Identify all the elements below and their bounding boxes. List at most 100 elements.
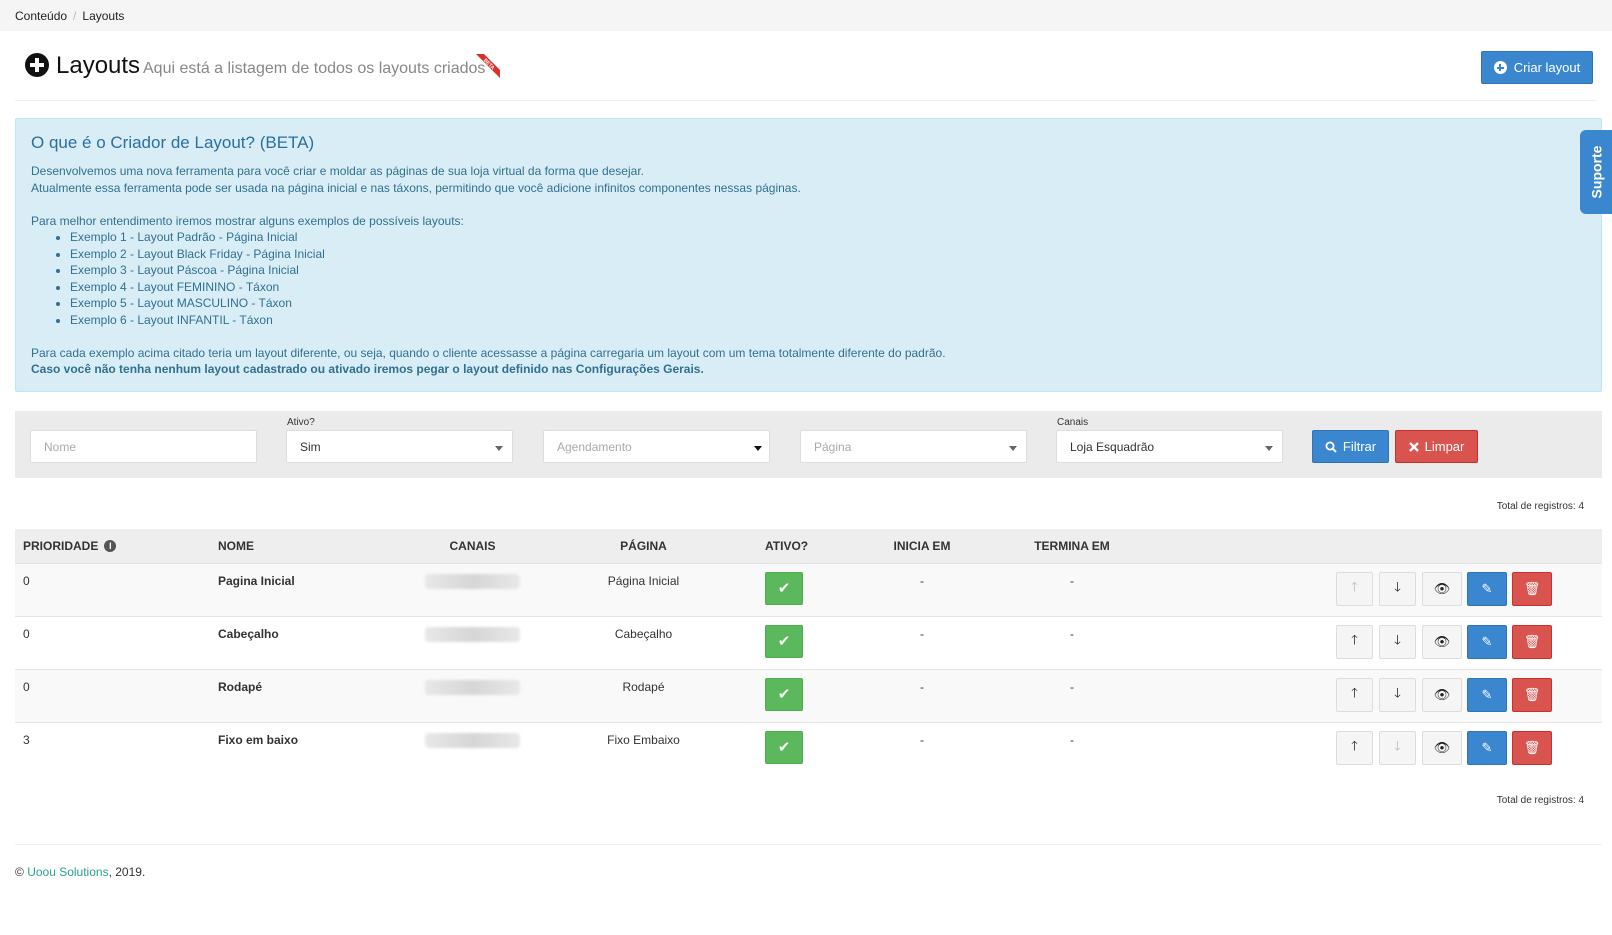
clear-button[interactable]: Limpar — [1395, 430, 1478, 463]
footer-divider — [15, 844, 1602, 845]
header-priority[interactable]: Prioridade i — [15, 529, 210, 563]
eye-icon: 👁 — [1433, 580, 1451, 596]
table-header-row: Prioridade i Nome Canais Página Ativo? In… — [15, 529, 1602, 563]
cell-name: Cabeçalho — [210, 615, 415, 669]
list-item: Exemplo 4 - Layout FEMININO - Táxon — [70, 279, 1586, 296]
filter-button[interactable]: Filtrar — [1312, 430, 1389, 463]
arrow-down-icon: 🡓 — [1394, 631, 1401, 647]
cell-actions: 🡑 🡓 👁 ✎ 🗑 — [1147, 668, 1602, 722]
trash-icon: 🗑 — [1523, 633, 1541, 649]
blurred-channels — [425, 626, 520, 642]
cell-actions: 🡑 🡓 👁 ✎ 🗑 — [1147, 562, 1602, 616]
cell-priority: 0 — [15, 615, 210, 669]
move-up-button[interactable]: 🡑 — [1336, 624, 1373, 659]
cell-page: Página Inicial — [530, 562, 757, 616]
page-filter-select[interactable]: Página — [800, 430, 1027, 463]
close-icon — [1408, 441, 1419, 452]
breadcrumb-separator: / — [73, 9, 77, 23]
view-button[interactable]: 👁 — [1422, 677, 1462, 712]
schedule-filter-select[interactable]: Agendamento — [543, 430, 770, 463]
company-link[interactable]: Uoou Solutions — [27, 865, 108, 879]
edit-button[interactable]: ✎ — [1467, 624, 1507, 659]
header-ends[interactable]: Termina em — [997, 529, 1147, 563]
eye-icon: 👁 — [1433, 686, 1451, 702]
arrow-up-icon: 🡑 — [1351, 737, 1358, 753]
channels-filter-label: Canais — [1057, 417, 1089, 428]
header-starts[interactable]: Inicia em — [847, 529, 997, 563]
cell-actions: 🡑 🡓 👁 ✎ 🗑 — [1147, 721, 1602, 775]
schedule-filter-placeholder: Agendamento — [557, 439, 632, 454]
filter-button-label: Filtrar — [1342, 439, 1377, 454]
cell-channels — [415, 615, 530, 669]
info-line: Desenvolvemos uma nova ferramenta para v… — [31, 164, 644, 178]
cell-page: Cabeçalho — [530, 615, 757, 669]
delete-button[interactable]: 🗑 — [1512, 677, 1552, 712]
cell-channels — [415, 721, 530, 775]
info-line: Atualmente essa ferramenta pode ser usad… — [31, 180, 801, 195]
support-tab[interactable]: Suporte — [1580, 130, 1612, 214]
active-check-button[interactable]: ✔ — [765, 730, 803, 764]
pencil-icon: ✎ — [1481, 739, 1493, 755]
page-subtitle: Aqui está a listagem de todos os layouts… — [143, 60, 486, 77]
info-examples-intro: Para melhor entendimento iremos mostrar … — [31, 213, 464, 228]
total-records-bottom: Total de registros: 4 — [1496, 795, 1584, 806]
active-check-button[interactable]: ✔ — [765, 571, 803, 605]
edit-button[interactable]: ✎ — [1467, 571, 1507, 606]
channels-filter-select[interactable]: Loja Esquadrão — [1056, 430, 1283, 463]
name-filter-input[interactable]: Nome — [30, 430, 257, 463]
header-name[interactable]: Nome — [210, 529, 415, 563]
active-filter-select[interactable]: Sim — [286, 430, 513, 463]
active-filter-label: Ativo? — [287, 417, 315, 428]
move-up-button[interactable]: 🡑 — [1336, 677, 1373, 712]
page-header: Layouts Aqui está a listagem de todos os… — [15, 31, 1597, 101]
move-down-button[interactable]: 🡓 — [1379, 571, 1416, 606]
arrow-up-icon: 🡑 — [1351, 684, 1358, 700]
header-channels: Canais — [415, 529, 530, 563]
cell-page: Fixo Embaixo — [530, 721, 757, 775]
cell-actions: 🡑 🡓 👁 ✎ 🗑 — [1147, 615, 1602, 669]
breadcrumb: Conteúdo / Layouts — [0, 0, 1612, 31]
cell-page: Rodapé — [530, 668, 757, 722]
info-title: O que é o Criador de Layout? (BETA) — [31, 133, 315, 152]
move-up-button[interactable]: 🡑 — [1336, 571, 1373, 606]
create-layout-button[interactable]: Criar layout — [1481, 51, 1593, 84]
eye-icon: 👁 — [1433, 739, 1451, 755]
info-icon[interactable]: i — [104, 539, 117, 552]
create-layout-label: Criar layout — [1513, 60, 1581, 75]
move-up-button[interactable]: 🡑 — [1336, 730, 1373, 765]
pencil-icon: ✎ — [1481, 580, 1493, 596]
delete-button[interactable]: 🗑 — [1512, 624, 1552, 659]
active-check-button[interactable]: ✔ — [765, 677, 803, 711]
move-down-button[interactable]: 🡓 — [1379, 677, 1416, 712]
cell-channels — [415, 668, 530, 722]
breadcrumb-item-conteudo[interactable]: Conteúdo — [15, 9, 67, 23]
delete-button[interactable]: 🗑 — [1512, 730, 1552, 765]
blurred-channels — [425, 679, 520, 695]
edit-button[interactable]: ✎ — [1467, 677, 1507, 712]
cell-starts: - — [847, 562, 997, 616]
plus-circle-icon — [1493, 61, 1507, 74]
search-icon — [1325, 441, 1337, 453]
view-button[interactable]: 👁 — [1422, 730, 1462, 765]
edit-button[interactable]: ✎ — [1467, 730, 1507, 765]
active-check-button[interactable]: ✔ — [765, 624, 803, 658]
chevron-down-icon — [495, 446, 503, 451]
chevron-down-icon — [1265, 446, 1273, 451]
cell-starts: - — [847, 615, 997, 669]
delete-button[interactable]: 🗑 — [1512, 571, 1552, 606]
header-page[interactable]: Página — [530, 529, 757, 563]
breadcrumb-item-layouts: Layouts — [82, 9, 125, 23]
arrow-down-icon: 🡓 — [1394, 578, 1401, 594]
arrow-down-icon: 🡓 — [1394, 737, 1401, 753]
page-title: Layouts — [56, 52, 141, 79]
table-row: 3 Fixo em baixo Fixo Embaixo ✔ - - 🡑 🡓 👁… — [15, 721, 1602, 775]
cell-ends: - — [997, 668, 1147, 722]
blurred-channels — [425, 573, 520, 589]
cell-ends: - — [997, 721, 1147, 775]
arrow-up-icon: 🡑 — [1351, 631, 1358, 647]
view-button[interactable]: 👁 — [1422, 571, 1462, 606]
move-down-button[interactable]: 🡓 — [1379, 730, 1416, 765]
view-button[interactable]: 👁 — [1422, 624, 1462, 659]
header-active[interactable]: Ativo? — [757, 529, 847, 563]
move-down-button[interactable]: 🡓 — [1379, 624, 1416, 659]
